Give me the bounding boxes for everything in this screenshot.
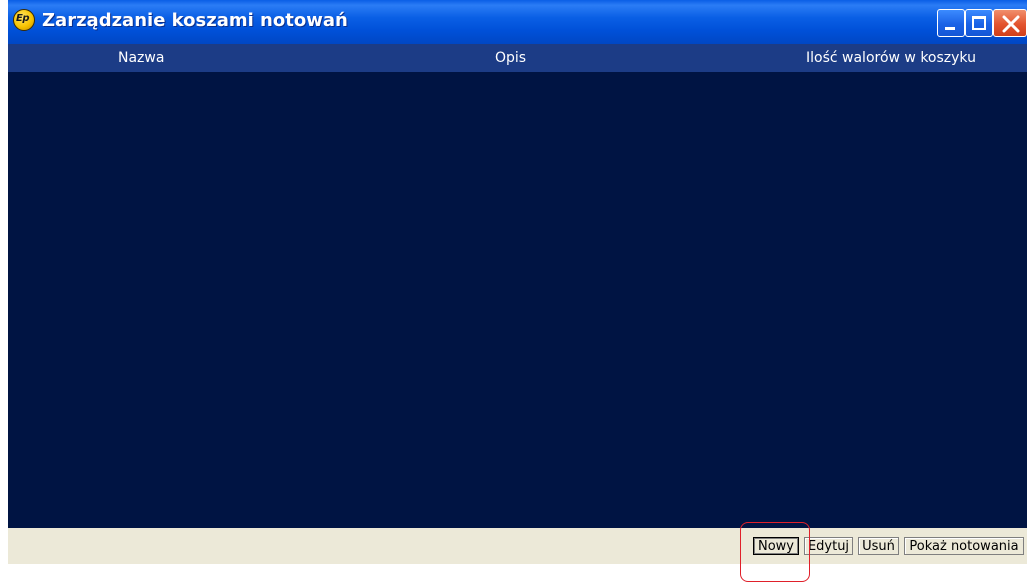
edit-button[interactable]: Edytuj <box>804 537 853 555</box>
list-header: Nazwa Opis Ilość walorów w koszyku <box>8 44 1027 72</box>
minimize-button[interactable] <box>937 9 965 37</box>
delete-button[interactable]: Usuń <box>858 537 899 555</box>
show-quotes-button[interactable]: Pokaż notowania <box>904 537 1024 555</box>
close-icon <box>1002 15 1020 33</box>
close-button[interactable] <box>993 9 1027 37</box>
basket-manager-window: Ep Zarządzanie koszami notowań Nazwa Opi… <box>8 0 1027 564</box>
maximize-icon <box>972 16 986 30</box>
column-header-nazwa[interactable]: Nazwa <box>118 50 164 66</box>
window-title: Zarządzanie koszami notowań <box>42 10 348 31</box>
maximize-button[interactable] <box>965 9 993 37</box>
new-button[interactable]: Nowy <box>753 537 799 555</box>
minimize-icon <box>945 27 955 30</box>
app-logo-icon: Ep <box>13 9 35 31</box>
basket-list[interactable] <box>8 72 1027 528</box>
app-logo-text: Ep <box>16 13 30 24</box>
column-header-ilosc-walorow[interactable]: Ilość walorów w koszyku <box>806 50 976 66</box>
column-header-opis[interactable]: Opis <box>495 50 526 66</box>
title-bar[interactable]: Ep Zarządzanie koszami notowań <box>8 0 1027 44</box>
